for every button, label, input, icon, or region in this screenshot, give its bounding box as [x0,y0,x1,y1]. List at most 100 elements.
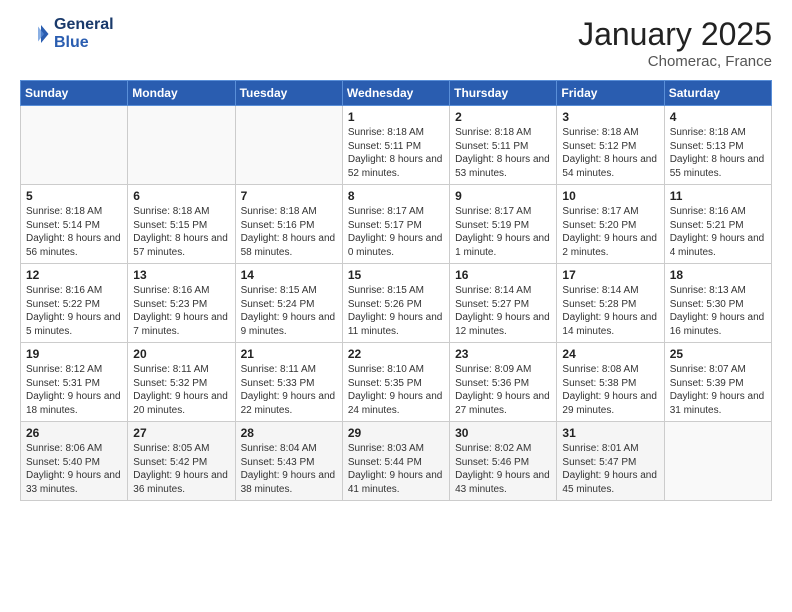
cell-content: Sunrise: 8:17 AM Sunset: 5:17 PM Dayligh… [348,205,444,259]
calendar-week-4: 19 Sunrise: 8:12 AM Sunset: 5:31 PM Dayli… [21,343,772,422]
day-number: 30 [455,426,551,440]
cell-content: Sunrise: 8:04 AM Sunset: 5:43 PM Dayligh… [241,442,337,496]
logo-text: General Blue [54,16,114,52]
calendar-cell [235,106,342,185]
cell-content: Sunrise: 8:08 AM Sunset: 5:38 PM Dayligh… [562,363,658,417]
day-header-tuesday: Tuesday [235,81,342,106]
calendar-cell: 4 Sunrise: 8:18 AM Sunset: 5:13 PM Daylig… [664,106,771,185]
calendar-cell: 25Sunrise: 8:07 AM Sunset: 5:39 PM Dayli… [664,343,771,422]
day-number: 13 [133,268,229,282]
day-number: 21 [241,347,337,361]
cell-content: Sunrise: 8:15 AM Sunset: 5:26 PM Dayligh… [348,284,444,338]
calendar-cell: 28 Sunrise: 8:04 AM Sunset: 5:43 PM Dayli… [235,422,342,501]
cell-content: Sunrise: 8:03 AM Sunset: 5:44 PM Dayligh… [348,442,444,496]
calendar-cell: 9Sunrise: 8:17 AM Sunset: 5:19 PM Daylig… [450,185,557,264]
day-number: 27 [133,426,229,440]
calendar-week-2: 5Sunrise: 8:18 AM Sunset: 5:14 PM Daylig… [21,185,772,264]
location: Chomerac, France [578,53,772,70]
calendar-cell: 2Sunrise: 8:18 AM Sunset: 5:11 PM Daylig… [450,106,557,185]
day-header-saturday: Saturday [664,81,771,106]
cell-content: Sunrise: 8:05 AM Sunset: 5:42 PM Dayligh… [133,442,229,496]
day-number: 24 [562,347,658,361]
day-header-monday: Monday [128,81,235,106]
calendar-cell: 19 Sunrise: 8:12 AM Sunset: 5:31 PM Dayli… [21,343,128,422]
calendar-cell: 5Sunrise: 8:18 AM Sunset: 5:14 PM Daylig… [21,185,128,264]
day-number: 14 [241,268,337,282]
calendar-cell: 7Sunrise: 8:18 AM Sunset: 5:16 PM Daylig… [235,185,342,264]
logo-icon [20,19,50,49]
title-block: January 2025 Chomerac, France [578,16,772,70]
cell-content: Sunrise: 8:18 AM Sunset: 5:14 PM Dayligh… [26,205,122,259]
day-number: 17 [562,268,658,282]
day-number: 22 [348,347,444,361]
day-number: 18 [670,268,766,282]
calendar-cell: 11Sunrise: 8:16 AM Sunset: 5:21 PM Dayli… [664,185,771,264]
day-number: 7 [241,189,337,203]
calendar-cell: 26Sunrise: 8:06 AM Sunset: 5:40 PM Dayli… [21,422,128,501]
cell-content: Sunrise: 8:11 AM Sunset: 5:33 PM Dayligh… [241,363,337,417]
day-number: 12 [26,268,122,282]
month-title: January 2025 [578,16,772,53]
calendar-cell [128,106,235,185]
day-header-sunday: Sunday [21,81,128,106]
cell-content: Sunrise: 8:18 AM Sunset: 5:13 PM Dayligh… [670,126,766,180]
day-number: 8 [348,189,444,203]
day-number: 31 [562,426,658,440]
calendar-cell: 8 Sunrise: 8:17 AM Sunset: 5:17 PM Daylig… [342,185,449,264]
calendar-cell: 13 Sunrise: 8:16 AM Sunset: 5:23 PM Dayli… [128,264,235,343]
day-header-thursday: Thursday [450,81,557,106]
calendar-cell [664,422,771,501]
cell-content: Sunrise: 8:13 AM Sunset: 5:30 PM Dayligh… [670,284,766,338]
cell-content: Sunrise: 8:11 AM Sunset: 5:32 PM Dayligh… [133,363,229,417]
calendar-cell: 16 Sunrise: 8:14 AM Sunset: 5:27 PM Dayli… [450,264,557,343]
logo: General Blue [20,16,114,52]
cell-content: Sunrise: 8:14 AM Sunset: 5:27 PM Dayligh… [455,284,551,338]
day-header-wednesday: Wednesday [342,81,449,106]
day-number: 19 [26,347,122,361]
calendar-cell [21,106,128,185]
calendar-cell: 29Sunrise: 8:03 AM Sunset: 5:44 PM Dayli… [342,422,449,501]
header: General Blue January 2025 Chomerac, Fran… [20,16,772,70]
cell-content: Sunrise: 8:15 AM Sunset: 5:24 PM Dayligh… [241,284,337,338]
cell-content: Sunrise: 8:16 AM Sunset: 5:21 PM Dayligh… [670,205,766,259]
day-number: 3 [562,110,658,124]
calendar-cell: 18 Sunrise: 8:13 AM Sunset: 5:30 PM Dayli… [664,264,771,343]
calendar-header-row: SundayMondayTuesdayWednesdayThursdayFrid… [21,81,772,106]
calendar-cell: 27 Sunrise: 8:05 AM Sunset: 5:42 PM Dayli… [128,422,235,501]
calendar-cell: 21 Sunrise: 8:11 AM Sunset: 5:33 PM Dayli… [235,343,342,422]
cell-content: Sunrise: 8:12 AM Sunset: 5:31 PM Dayligh… [26,363,122,417]
calendar-cell: 15 Sunrise: 8:15 AM Sunset: 5:26 PM Dayli… [342,264,449,343]
cell-content: Sunrise: 8:17 AM Sunset: 5:20 PM Dayligh… [562,205,658,259]
cell-content: Sunrise: 8:18 AM Sunset: 5:15 PM Dayligh… [133,205,229,259]
day-number: 9 [455,189,551,203]
cell-content: Sunrise: 8:16 AM Sunset: 5:22 PM Dayligh… [26,284,122,338]
calendar-cell: 22 Sunrise: 8:10 AM Sunset: 5:35 PM Dayli… [342,343,449,422]
day-number: 1 [348,110,444,124]
cell-content: Sunrise: 8:10 AM Sunset: 5:35 PM Dayligh… [348,363,444,417]
day-number: 16 [455,268,551,282]
cell-content: Sunrise: 8:16 AM Sunset: 5:23 PM Dayligh… [133,284,229,338]
calendar-cell: 30 Sunrise: 8:02 AM Sunset: 5:46 PM Dayli… [450,422,557,501]
calendar-week-5: 26Sunrise: 8:06 AM Sunset: 5:40 PM Dayli… [21,422,772,501]
day-number: 6 [133,189,229,203]
day-header-friday: Friday [557,81,664,106]
calendar-cell: 6 Sunrise: 8:18 AM Sunset: 5:15 PM Daylig… [128,185,235,264]
day-number: 4 [670,110,766,124]
calendar-cell: 3 Sunrise: 8:18 AM Sunset: 5:12 PM Daylig… [557,106,664,185]
cell-content: Sunrise: 8:02 AM Sunset: 5:46 PM Dayligh… [455,442,551,496]
cell-content: Sunrise: 8:07 AM Sunset: 5:39 PM Dayligh… [670,363,766,417]
calendar-cell: 23Sunrise: 8:09 AM Sunset: 5:36 PM Dayli… [450,343,557,422]
calendar-cell: 10Sunrise: 8:17 AM Sunset: 5:20 PM Dayli… [557,185,664,264]
cell-content: Sunrise: 8:06 AM Sunset: 5:40 PM Dayligh… [26,442,122,496]
calendar-cell: 31 Sunrise: 8:01 AM Sunset: 5:47 PM Dayli… [557,422,664,501]
day-number: 15 [348,268,444,282]
cell-content: Sunrise: 8:18 AM Sunset: 5:11 PM Dayligh… [455,126,551,180]
calendar-week-1: 1 Sunrise: 8:18 AM Sunset: 5:11 PM Daylig… [21,106,772,185]
cell-content: Sunrise: 8:01 AM Sunset: 5:47 PM Dayligh… [562,442,658,496]
calendar-cell: 24 Sunrise: 8:08 AM Sunset: 5:38 PM Dayli… [557,343,664,422]
cell-content: Sunrise: 8:18 AM Sunset: 5:12 PM Dayligh… [562,126,658,180]
day-number: 28 [241,426,337,440]
cell-content: Sunrise: 8:14 AM Sunset: 5:28 PM Dayligh… [562,284,658,338]
calendar-page: General Blue January 2025 Chomerac, Fran… [0,0,792,612]
day-number: 20 [133,347,229,361]
